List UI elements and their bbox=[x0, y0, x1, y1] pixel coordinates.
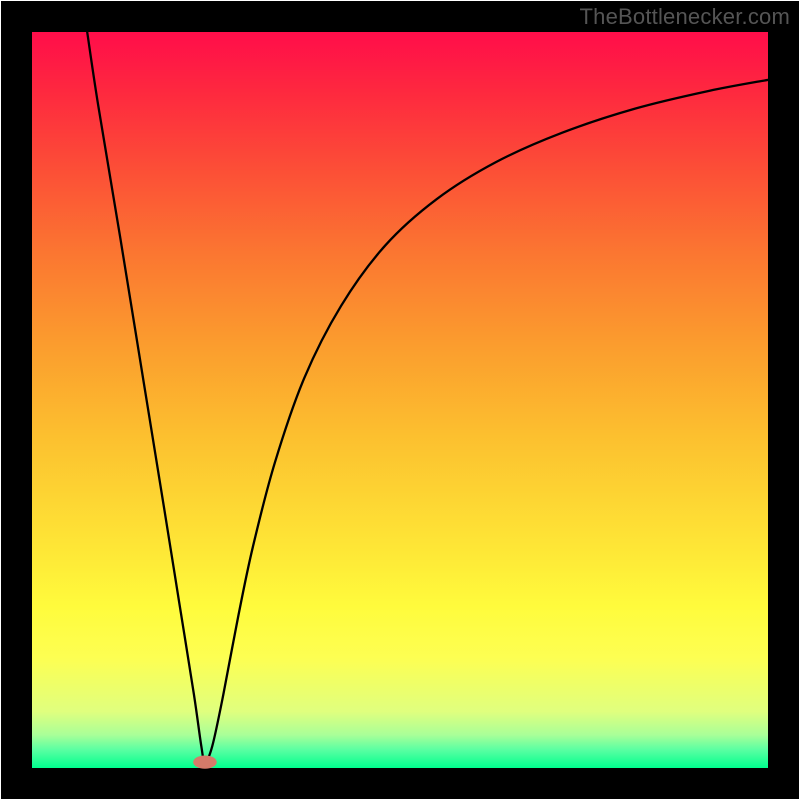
minimum-marker bbox=[193, 755, 217, 768]
plot-area bbox=[32, 32, 768, 768]
bottleneck-chart bbox=[0, 0, 800, 800]
attribution-label: TheBottlenecker.com bbox=[580, 4, 790, 30]
chart-container: TheBottlenecker.com bbox=[0, 0, 800, 800]
